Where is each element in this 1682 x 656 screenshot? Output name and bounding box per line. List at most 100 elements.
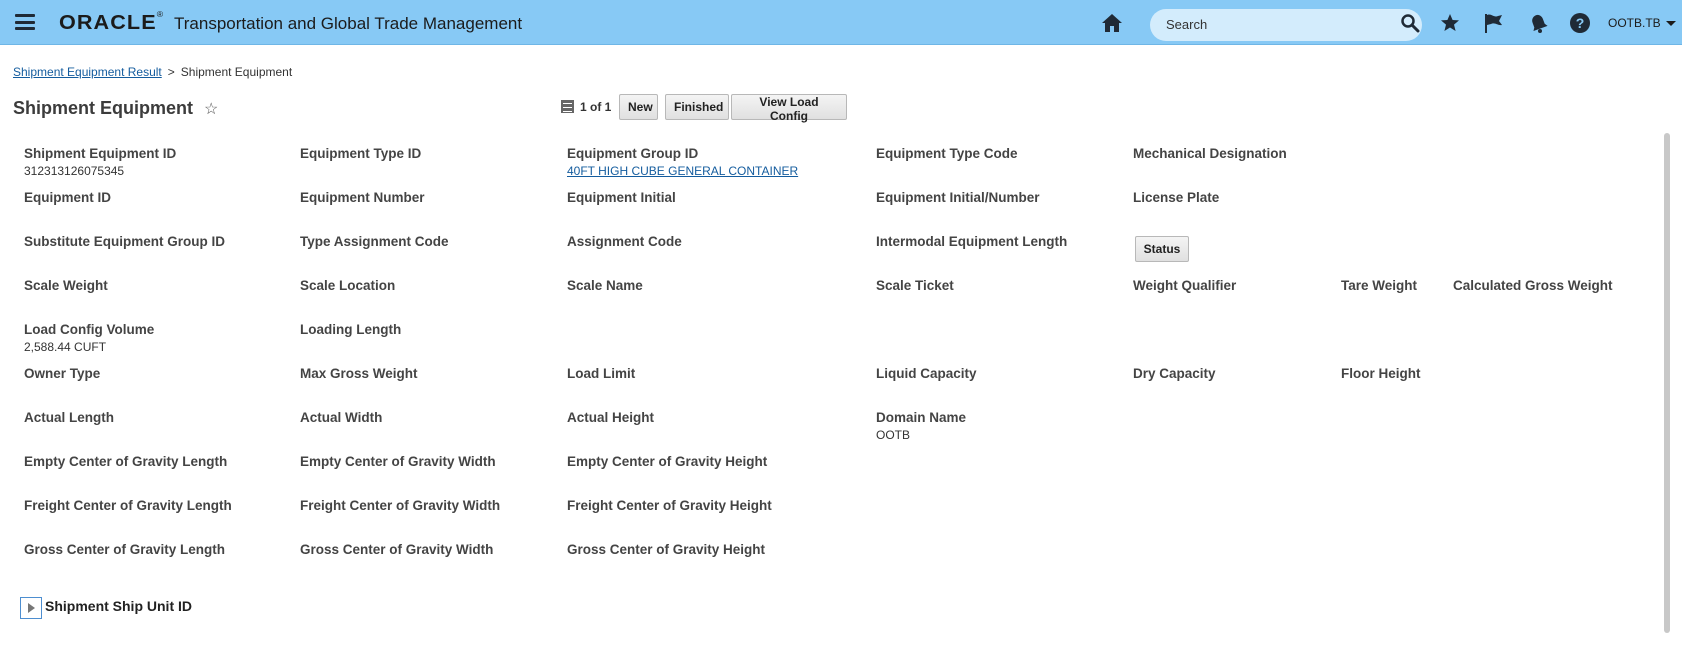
field-scale-name: Scale Name	[567, 278, 643, 293]
field-load-config-volume: Load Config Volume 2,588.44 CUFT	[24, 322, 154, 354]
field-gross-cog-height: Gross Center of Gravity Height	[567, 542, 765, 557]
field-label: Shipment Equipment ID	[24, 146, 177, 161]
hamburger-menu-icon[interactable]	[15, 14, 35, 30]
field-gross-cog-length: Gross Center of Gravity Length	[24, 542, 225, 557]
user-name: OOTB.TB	[1608, 16, 1661, 30]
field-actual-width: Actual Width	[300, 410, 382, 425]
field-liquid-capacity: Liquid Capacity	[876, 366, 977, 381]
oracle-logo: ORACLE®	[59, 10, 165, 34]
field-value: OOTB	[876, 428, 911, 442]
field-label: Gross Center of Gravity Length	[24, 542, 226, 557]
field-label: Empty Center of Gravity Length	[24, 454, 228, 469]
field-equipment-id: Equipment ID	[24, 190, 111, 205]
chevron-down-icon	[1665, 21, 1676, 27]
search-box	[1150, 9, 1422, 41]
notifications-bell-icon[interactable]	[1527, 12, 1549, 34]
field-label: Scale Ticket	[876, 278, 954, 293]
field-load-limit: Load Limit	[567, 366, 635, 381]
field-actual-height: Actual Height	[567, 410, 654, 425]
field-equipment-type-id: Equipment Type ID	[300, 146, 421, 161]
field-equipment-number: Equipment Number	[300, 190, 425, 205]
search-icon[interactable]	[1400, 13, 1420, 33]
view-load-config-button[interactable]: View Load Config	[731, 94, 847, 123]
field-label: Gross Center of Gravity Height	[567, 542, 766, 557]
help-icon[interactable]: ?	[1570, 13, 1590, 33]
breadcrumb-separator: >	[167, 65, 175, 79]
field-actual-length: Actual Length	[24, 410, 114, 425]
field-freight-cog-length: Freight Center of Gravity Length	[24, 498, 232, 513]
field-equipment-initial-number: Equipment Initial/Number	[876, 190, 1040, 205]
field-label: Gross Center of Gravity Width	[300, 542, 494, 557]
field-scale-ticket: Scale Ticket	[876, 278, 954, 293]
field-label: License Plate	[1133, 190, 1220, 205]
field-label: Liquid Capacity	[876, 366, 977, 381]
favorite-star-icon[interactable]: ☆	[204, 99, 218, 119]
field-label: Load Config Volume	[24, 322, 155, 337]
status-button[interactable]: Status	[1135, 236, 1189, 262]
breadcrumb: Shipment Equipment Result > Shipment Equip…	[13, 65, 292, 79]
field-freight-cog-width: Freight Center of Gravity Width	[300, 498, 500, 513]
field-label: Freight Center of Gravity Height	[567, 498, 772, 513]
expand-section-icon[interactable]	[20, 597, 42, 619]
favorites-star-icon[interactable]	[1440, 13, 1460, 33]
user-menu[interactable]: OOTB.TB	[1608, 16, 1676, 30]
field-floor-height: Floor Height	[1341, 366, 1421, 381]
field-label: Tare Weight	[1341, 278, 1418, 293]
field-label: Freight Center of Gravity Width	[300, 498, 501, 513]
field-label: Owner Type	[24, 366, 101, 381]
field-label: Substitute Equipment Group ID	[24, 234, 225, 249]
breadcrumb-current: Shipment Equipment	[180, 65, 293, 79]
field-label: Calculated Gross Weight	[1453, 278, 1613, 293]
field-label: Scale Location	[300, 278, 396, 293]
field-equipment-initial: Equipment Initial	[567, 190, 676, 205]
vertical-scrollbar[interactable]	[1664, 133, 1670, 633]
field-dry-capacity: Dry Capacity	[1133, 366, 1216, 381]
field-label: Actual Width	[300, 410, 383, 425]
top-bar: ORACLE® Transportation and Global Trade …	[0, 0, 1682, 45]
field-scale-weight: Scale Weight	[24, 278, 108, 293]
field-label: Scale Weight	[24, 278, 108, 293]
field-label: Domain Name	[876, 410, 967, 425]
page-title: Shipment Equipment	[13, 98, 193, 118]
field-label: Equipment Type Code	[876, 146, 1018, 161]
field-label: Empty Center of Gravity Height	[567, 454, 768, 469]
field-scale-location: Scale Location	[300, 278, 395, 293]
field-label: Dry Capacity	[1133, 366, 1216, 381]
pager-count: 1 of 1	[580, 100, 612, 114]
field-label: Equipment Type ID	[300, 146, 422, 161]
field-gross-cog-width: Gross Center of Gravity Width	[300, 542, 493, 557]
flag-icon[interactable]	[1483, 12, 1505, 34]
section-title-shipment-ship-unit-id[interactable]: Shipment Ship Unit ID	[45, 598, 192, 614]
field-label: Assignment Code	[567, 234, 682, 249]
list-icon[interactable]	[561, 100, 574, 113]
field-shipment-equipment-id: Shipment Equipment ID 312313126075345	[24, 146, 176, 178]
field-label: Load Limit	[567, 366, 636, 381]
new-button[interactable]: New	[619, 94, 658, 120]
field-tare-weight: Tare Weight	[1341, 278, 1417, 293]
equipment-group-link[interactable]: 40FT HIGH CUBE GENERAL CONTAINER	[567, 164, 798, 178]
field-label: Equipment ID	[24, 190, 111, 205]
home-icon[interactable]	[1101, 13, 1123, 33]
field-label: Equipment Group ID	[567, 146, 699, 161]
field-empty-cog-width: Empty Center of Gravity Width	[300, 454, 496, 469]
field-label: Mechanical Designation	[1133, 146, 1287, 161]
field-assignment-code: Assignment Code	[567, 234, 682, 249]
field-label: Actual Length	[24, 410, 114, 425]
field-label: Empty Center of Gravity Width	[300, 454, 496, 469]
finished-button[interactable]: Finished	[665, 94, 729, 120]
field-value: 312313126075345	[24, 164, 125, 178]
field-label: Actual Height	[567, 410, 655, 425]
field-calculated-gross-weight: Calculated Gross Weight	[1453, 278, 1613, 293]
app-title: Transportation and Global Trade Manageme…	[174, 14, 523, 33]
field-label: Scale Name	[567, 278, 643, 293]
field-equipment-group-id: Equipment Group ID 40FT HIGH CUBE GENERA…	[567, 146, 798, 178]
field-empty-cog-height: Empty Center of Gravity Height	[567, 454, 767, 469]
search-input[interactable]	[1164, 16, 1388, 33]
breadcrumb-link-shipment-equipment-result[interactable]: Shipment Equipment Result	[13, 65, 162, 79]
field-empty-cog-length: Empty Center of Gravity Length	[24, 454, 227, 469]
field-label: Floor Height	[1341, 366, 1421, 381]
field-freight-cog-height: Freight Center of Gravity Height	[567, 498, 772, 513]
field-label: Equipment Initial/Number	[876, 190, 1040, 205]
field-label: Equipment Initial	[567, 190, 676, 205]
field-intermodal-equipment-length: Intermodal Equipment Length	[876, 234, 1067, 249]
